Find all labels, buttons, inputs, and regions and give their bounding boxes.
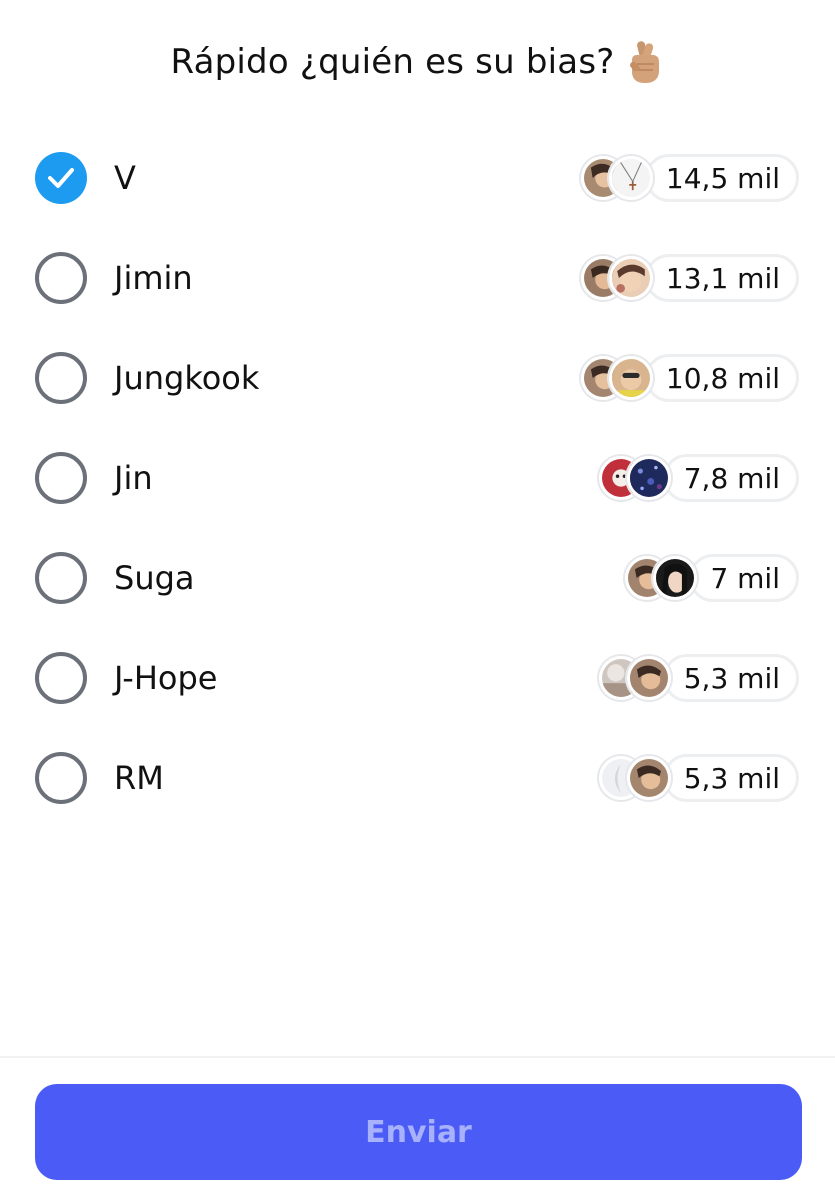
poll-header: Rápido ¿quién es su bias? — [0, 36, 835, 88]
radio-unchecked[interactable] — [35, 752, 87, 804]
poll-option-jin[interactable]: Jin 7,8 mil — [0, 428, 835, 528]
radio-unchecked[interactable] — [35, 552, 87, 604]
option-label: Suga — [114, 559, 195, 597]
vote-count: 14,5 mil — [644, 154, 799, 202]
poll-options: V 14,5 mil Jimin 13,1 mil Jungkook 10,8 … — [0, 128, 835, 828]
radio-unchecked[interactable] — [35, 352, 87, 404]
poll-option-j-hope[interactable]: J-Hope 5,3 mil — [0, 628, 835, 728]
poll-title: Rápido ¿quién es su bias? — [170, 42, 615, 82]
vote-count: 7 mil — [689, 554, 799, 602]
option-label: Jungkook — [114, 359, 260, 397]
checkmark-icon — [48, 168, 74, 188]
vote-summary: 7 mil — [625, 552, 799, 604]
poll-option-jimin[interactable]: Jimin 13,1 mil — [0, 228, 835, 328]
crossed-fingers-icon — [624, 38, 664, 86]
option-label: V — [114, 159, 136, 197]
vote-summary: 14,5 mil — [580, 152, 799, 204]
radio-checked[interactable] — [35, 152, 87, 204]
voter-avatars — [580, 156, 653, 200]
vote-summary: 7,8 mil — [598, 452, 799, 504]
vote-count: 5,3 mil — [662, 754, 799, 802]
submit-button[interactable]: Enviar — [35, 1084, 802, 1180]
vote-count: 10,8 mil — [644, 354, 799, 402]
vote-summary: 5,3 mil — [598, 752, 799, 804]
avatar — [626, 456, 671, 500]
voter-avatars — [625, 556, 698, 600]
option-label: RM — [114, 759, 164, 797]
poll-option-v[interactable]: V 14,5 mil — [0, 128, 835, 228]
poll-option-rm[interactable]: RM 5,3 mil — [0, 728, 835, 828]
vote-count: 13,1 mil — [644, 254, 799, 302]
voter-avatars — [598, 456, 671, 500]
radio-unchecked[interactable] — [35, 452, 87, 504]
avatar — [608, 156, 653, 200]
poll-option-suga[interactable]: Suga 7 mil — [0, 528, 835, 628]
vote-summary: 5,3 mil — [598, 652, 799, 704]
vote-summary: 10,8 mil — [580, 352, 799, 404]
option-label: Jimin — [114, 259, 193, 297]
vote-summary: 13,1 mil — [580, 252, 799, 304]
avatar — [608, 356, 653, 400]
radio-unchecked[interactable] — [35, 652, 87, 704]
footer-divider — [0, 1056, 835, 1058]
voter-avatars — [598, 756, 671, 800]
avatar — [608, 256, 653, 300]
avatar — [626, 656, 671, 700]
voter-avatars — [580, 356, 653, 400]
option-label: J-Hope — [114, 659, 218, 697]
voter-avatars — [598, 656, 671, 700]
vote-count: 5,3 mil — [662, 654, 799, 702]
avatar — [626, 756, 671, 800]
avatar — [653, 556, 698, 600]
option-label: Jin — [114, 459, 153, 497]
poll-option-jungkook[interactable]: Jungkook 10,8 mil — [0, 328, 835, 428]
vote-count: 7,8 mil — [662, 454, 799, 502]
voter-avatars — [580, 256, 653, 300]
radio-unchecked[interactable] — [35, 252, 87, 304]
